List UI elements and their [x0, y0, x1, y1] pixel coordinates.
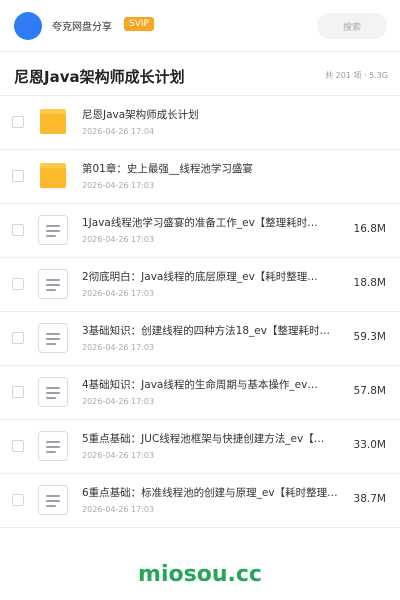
item-date: 2026-04-26 17:03: [82, 397, 155, 406]
item-checkbox[interactable]: [12, 116, 24, 128]
document-icon: [38, 269, 68, 299]
item-date: 2026-04-26 17:03: [82, 235, 155, 244]
item-size: 59.3M: [353, 331, 386, 343]
file-list-item[interactable]: 1Java线程池学习盛宴的准备工作_ev【整理耗时… 2026-04-26 17:…: [0, 204, 400, 258]
document-icon: [38, 485, 68, 515]
top-bar: 夸克网盘分享 SVIP 搜索: [0, 0, 400, 52]
folder-icon: [38, 107, 68, 137]
item-name[interactable]: 5重点基础：JUC线程池框架与快捷创建方法_ev【…: [82, 431, 344, 446]
item-name[interactable]: 尼恩Java架构师成长计划: [82, 107, 344, 122]
item-size: 57.8M: [353, 385, 386, 397]
file-list-item[interactable]: 6重点基础：标准线程池的创建与原理_ev【耗时整理… 2026-04-26 17:…: [0, 474, 400, 528]
item-checkbox[interactable]: [12, 440, 24, 452]
item-name[interactable]: 6重点基础：标准线程池的创建与原理_ev【耗时整理…: [82, 485, 344, 500]
document-icon: [38, 431, 68, 461]
search-button[interactable]: 搜索: [317, 13, 387, 39]
file-list-item[interactable]: 5重点基础：JUC线程池框架与快捷创建方法_ev【… 2026-04-26 17:…: [0, 420, 400, 474]
item-size: 16.8M: [353, 223, 386, 235]
item-checkbox[interactable]: [12, 494, 24, 506]
item-name[interactable]: 1Java线程池学习盛宴的准备工作_ev【整理耗时…: [82, 215, 344, 230]
folder-header: 尼恩Java架构师成长计划 共 201 项 · 5.3G: [0, 52, 400, 96]
item-size: 33.0M: [353, 439, 386, 451]
file-list-item[interactable]: 2彻底明白：Java线程的底层原理_ev【耗时整理… 2026-04-26 17:…: [0, 258, 400, 312]
item-name[interactable]: 第01章：史上最强__线程池学习盛宴: [82, 161, 344, 176]
item-date: 2026-04-26 17:03: [82, 181, 155, 190]
document-icon: [38, 323, 68, 353]
folder-summary: 共 201 项 · 5.3G: [325, 71, 388, 80]
item-checkbox[interactable]: [12, 386, 24, 398]
folder-icon: [38, 161, 68, 191]
item-date: 2026-04-26 17:03: [82, 451, 155, 460]
item-date: 2026-04-26 17:03: [82, 343, 155, 352]
item-name[interactable]: 2彻底明白：Java线程的底层原理_ev【耗时整理…: [82, 269, 344, 284]
item-name[interactable]: 4基础知识：Java线程的生命周期与基本操作_ev…: [82, 377, 344, 392]
item-date: 2026-04-26 17:03: [82, 505, 155, 514]
file-list-item[interactable]: 尼恩Java架构师成长计划 2026-04-26 17:04: [0, 96, 400, 150]
item-size: 38.7M: [353, 493, 386, 505]
avatar[interactable]: [14, 12, 42, 40]
item-name[interactable]: 3基础知识：创建线程的四种方法18_ev【整理耗时…: [82, 323, 344, 338]
page-title: 尼恩Java架构师成长计划: [14, 68, 185, 86]
app-name: 夸克网盘分享: [52, 22, 112, 33]
item-date: 2026-04-26 17:03: [82, 289, 155, 298]
file-list: 尼恩Java架构师成长计划 2026-04-26 17:04 第01章：史上最强__…: [0, 96, 400, 528]
item-checkbox[interactable]: [12, 332, 24, 344]
document-icon: [38, 377, 68, 407]
document-icon: [38, 215, 68, 245]
svip-badge[interactable]: SVIP: [124, 17, 154, 31]
file-list-item[interactable]: 第01章：史上最强__线程池学习盛宴 2026-04-26 17:03: [0, 150, 400, 204]
item-size: 18.8M: [353, 277, 386, 289]
item-checkbox[interactable]: [12, 170, 24, 182]
file-list-item[interactable]: 3基础知识：创建线程的四种方法18_ev【整理耗时… 2026-04-26 17:…: [0, 312, 400, 366]
item-checkbox[interactable]: [12, 278, 24, 290]
search-placeholder: 搜索: [342, 22, 361, 33]
item-checkbox[interactable]: [12, 224, 24, 236]
file-list-item[interactable]: 4基础知识：Java线程的生命周期与基本操作_ev… 2026-04-26 17:…: [0, 366, 400, 420]
watermark: miosou.cc: [138, 562, 262, 587]
item-date: 2026-04-26 17:04: [82, 127, 155, 136]
